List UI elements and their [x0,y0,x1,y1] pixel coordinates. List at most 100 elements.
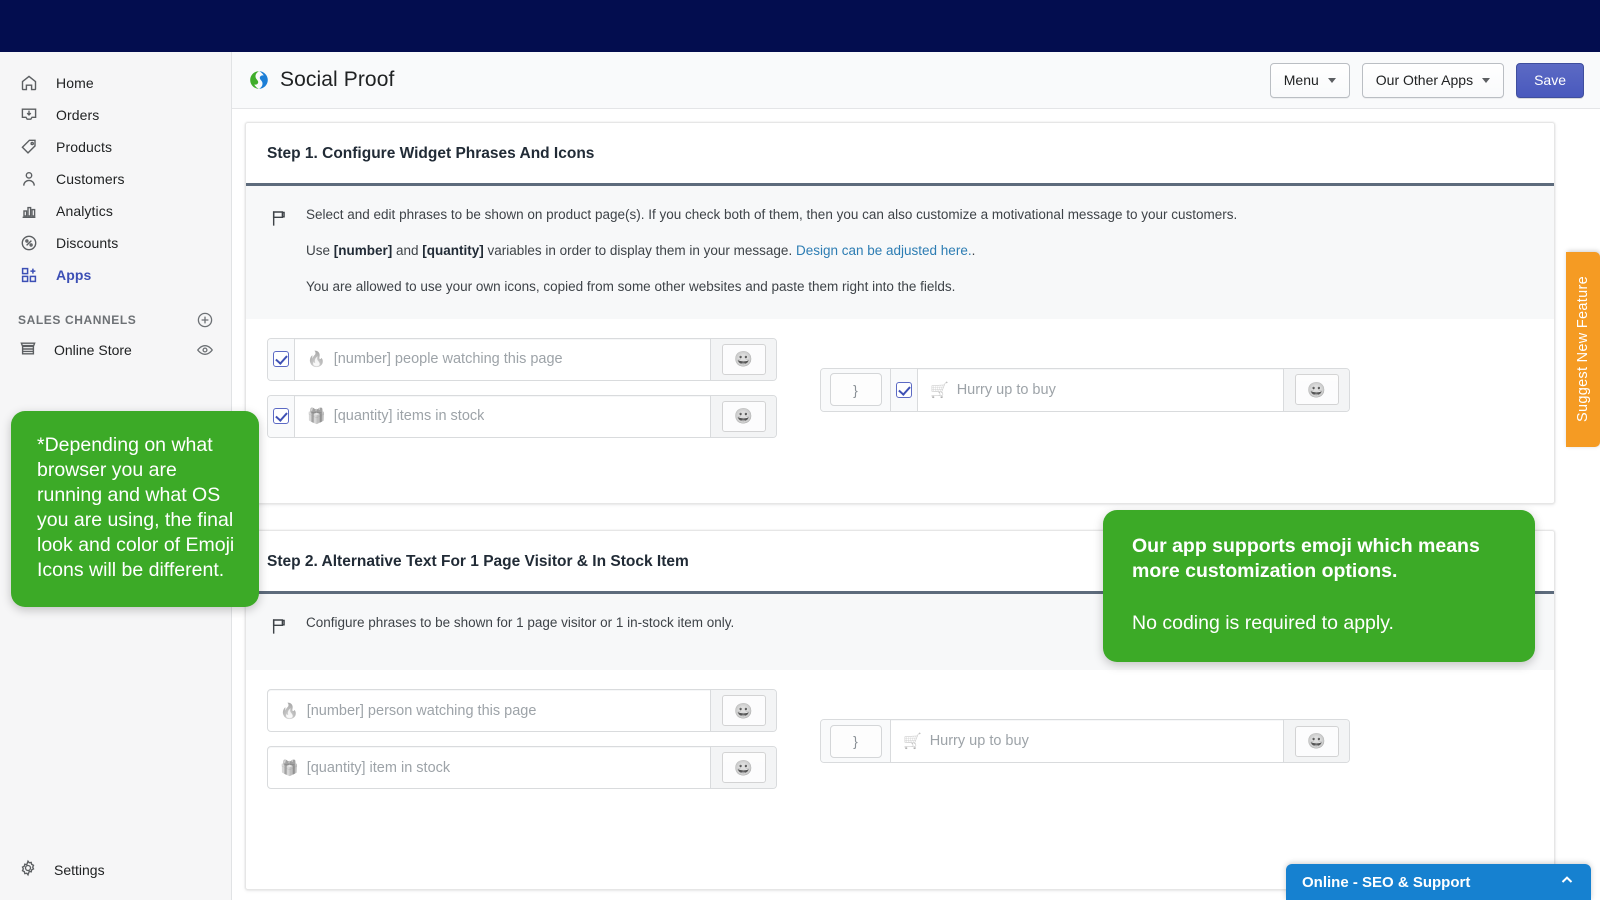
sidebar-item-label: Orders [56,107,99,123]
sidebar-item-label: Apps [56,267,91,283]
step1-notice-line-3: You are allowed to use your own icons, c… [306,278,1532,296]
apps-grid-icon [18,264,40,286]
sidebar-item-products[interactable]: Products [8,131,223,162]
step2-right-fields: } 🛒 Hurry up to buy 😀 [820,689,1350,763]
flag-icon [268,614,306,642]
orders-icon [18,104,40,126]
step1-motivational-brace-cell: } [821,369,891,411]
chevron-up-icon[interactable] [1559,872,1575,892]
sidebar-item-label: Products [56,139,112,155]
sidebar-item-discounts[interactable]: Discounts [8,227,223,258]
grinning-face-emoji-button[interactable]: 😀 [722,401,766,432]
step2-motivational-brace-input[interactable]: } [830,725,882,758]
emoji-support-tooltip: Our app supports emoji which means more … [1103,510,1535,662]
step1-motivational-brace-input[interactable]: } [830,373,882,406]
step2-motivational-placeholder: Hurry up to buy [930,733,1029,749]
menu-button[interactable]: Menu [1270,63,1350,98]
var-quantity: [quantity] [422,243,484,258]
gift-icon: 🎁 [280,759,299,777]
step1-notice-body: Select and edit phrases to be shown on p… [306,206,1532,297]
grinning-face-emoji-button[interactable]: 😀 [1295,374,1339,405]
header-actions: Menu Our Other Apps Save [1270,63,1584,98]
emoji-support-tooltip-line2: No coding is required to apply. [1132,611,1505,636]
chevron-down-icon [1482,78,1490,83]
step2-number-watching-input[interactable]: 🔥 [number] person watching this page [268,690,710,731]
design-adjust-link[interactable]: Design can be adjusted here. [796,243,972,258]
grinning-face-emoji-button[interactable]: 😀 [1295,726,1339,757]
grinning-face-emoji-button[interactable]: 😀 [722,752,766,783]
step2-fields: 🔥 [number] person watching this page 😀 🎁… [246,670,1554,811]
step1-right-fields: } 🛒 Hurry up to buy 😀 [820,338,1350,412]
grinning-face-emoji-button[interactable]: 😀 [722,695,766,726]
step1-number-watching-emoji-cell: 😀 [710,339,776,380]
sidebar-item-apps[interactable]: Apps [8,259,223,290]
gift-icon: 🎁 [307,407,326,425]
main-content: Step 1. Configure Widget Phrases And Ico… [232,109,1600,900]
step1-notice: Select and edit phrases to be shown on p… [246,183,1554,319]
step1-number-watching-input[interactable]: 🔥 [number] people watching this page [295,339,710,380]
save-button[interactable]: Save [1516,63,1584,98]
sidebar-item-home[interactable]: Home [8,67,223,98]
suggest-new-feature-tab[interactable]: Suggest New Feature [1566,252,1600,447]
sidebar-item-orders[interactable]: Orders [8,99,223,130]
step1-fields: 🔥 [number] people watching this page 😀 � [246,319,1554,460]
flame-icon: 🔥 [280,702,299,720]
step2-quantity-stock-input[interactable]: 🎁 [quantity] item in stock [268,747,710,788]
step1-number-watching-group: 🔥 [number] people watching this page 😀 [267,338,777,381]
step2-quantity-stock-group: 🎁 [quantity] item in stock 😀 [267,746,777,789]
step2-quantity-stock-emoji-cell: 😀 [710,747,776,788]
step1-motivational-group: } 🛒 Hurry up to buy 😀 [820,368,1350,412]
step1-title: Step 1. Configure Widget Phrases And Ico… [246,123,1554,183]
flag-icon [268,206,306,297]
eye-icon[interactable] [195,340,215,360]
emoji-browser-note-tooltip: *Depending on what browser you are runni… [11,411,259,607]
support-chat-label: Online - SEO & Support [1302,874,1470,891]
gear-icon [18,858,38,883]
step2-left-fields: 🔥 [number] person watching this page 😀 🎁… [267,689,777,789]
grinning-face-emoji-button[interactable]: 😀 [722,344,766,375]
step1-quantity-stock-input[interactable]: 🎁 [quantity] items in stock [295,396,710,437]
sales-channels-header: SALES CHANNELS [18,310,215,330]
step1-quantity-stock-emoji-cell: 😀 [710,396,776,437]
sidebar-item-customers[interactable]: Customers [8,163,223,194]
step1-motivational-checkbox[interactable] [896,382,912,398]
sidebar-item-settings[interactable]: Settings [8,854,223,886]
step1-number-watching-placeholder: [number] people watching this page [334,351,563,367]
global-top-bar [0,0,1600,52]
step1-motivational-emoji-cell: 😀 [1283,369,1349,411]
step2-motivational-input[interactable]: 🛒 Hurry up to buy [891,720,1283,762]
analytics-bar-icon [18,200,40,222]
flame-icon: 🔥 [307,350,326,368]
step1-notice-line-1: Select and edit phrases to be shown on p… [306,206,1532,224]
shopping-cart-icon: 🛒 [930,381,949,399]
step2-motivational-brace-cell: } [821,720,891,762]
support-chat-bar[interactable]: Online - SEO & Support [1286,864,1591,900]
sidebar-item-label: Home [56,75,94,91]
step2-motivational-emoji-cell: 😀 [1283,720,1349,762]
customers-icon [18,168,40,190]
plus-circle-icon[interactable] [195,310,215,330]
sidebar-item-label: Customers [56,171,125,187]
our-other-apps-button[interactable]: Our Other Apps [1362,63,1504,98]
step1-card: Step 1. Configure Widget Phrases And Ico… [245,122,1555,504]
products-tag-icon [18,136,40,158]
step2-number-watching-group: 🔥 [number] person watching this page 😀 [267,689,777,732]
chevron-down-icon [1328,78,1336,83]
step1-quantity-stock-placeholder: [quantity] items in stock [334,408,485,424]
app-header: Social Proof Menu Our Other Apps Save [232,52,1600,109]
sidebar-item-online-store[interactable]: Online Store [8,334,223,366]
step1-motivational-input[interactable]: 🛒 Hurry up to buy [918,369,1283,411]
sidebar-item-analytics[interactable]: Analytics [8,195,223,226]
step1-number-watching-checkbox[interactable] [273,351,289,367]
store-icon [18,338,38,363]
shopping-cart-icon: 🛒 [903,732,922,750]
menu-button-label: Menu [1284,72,1319,88]
discounts-icon [18,232,40,254]
step1-motivational-checkbox-cell [891,369,918,411]
step1-quantity-stock-checkbox[interactable] [273,408,289,424]
app-title-wrap: Social Proof [249,68,394,92]
step1-quantity-stock-group: 🎁 [quantity] items in stock 😀 [267,395,777,438]
emoji-support-tooltip-line1: Our app supports emoji which means more … [1132,534,1505,585]
step1-motivational-placeholder: Hurry up to buy [957,382,1056,398]
step2-number-watching-placeholder: [number] person watching this page [307,703,537,719]
